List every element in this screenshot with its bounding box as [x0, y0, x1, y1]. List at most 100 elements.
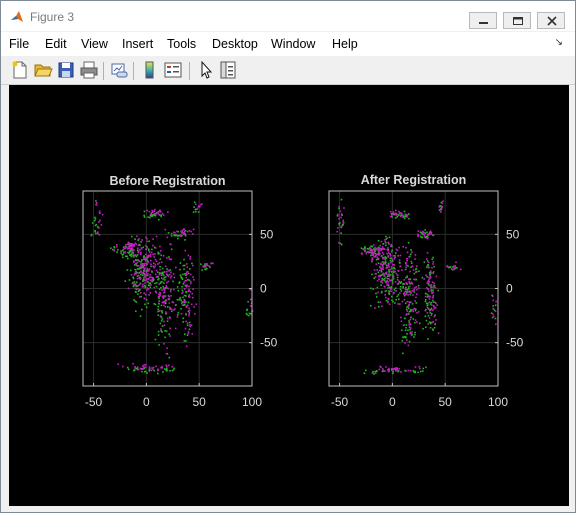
scatter-point [185, 271, 188, 273]
scatter-point [143, 257, 146, 259]
scatter-point [144, 244, 147, 247]
scatter-point [377, 247, 380, 250]
scatter-point [388, 290, 391, 293]
minimize-button[interactable] [469, 12, 497, 29]
scatter-point [430, 304, 433, 306]
edit-plot-icon[interactable] [196, 60, 216, 80]
menu-dock-arrow-icon[interactable]: ↘ [555, 37, 563, 48]
menu-tools[interactable]: Tools [167, 37, 196, 51]
maximize-button[interactable] [503, 12, 531, 29]
scatter-point [402, 246, 404, 248]
scatter-point [188, 328, 191, 331]
insert-colorbar-icon[interactable] [140, 60, 160, 80]
scatter-point [405, 370, 407, 372]
scatter-point [145, 306, 148, 309]
scatter-point [183, 288, 186, 290]
scatter-point [185, 305, 187, 308]
scatter-point [169, 369, 171, 372]
scatter-point [141, 272, 143, 274]
scatter-point [408, 285, 411, 288]
scatter-point [172, 280, 174, 283]
scatter-point [145, 274, 148, 277]
scatter-point [424, 232, 427, 234]
scatter-point [165, 299, 167, 302]
scatter-point [413, 278, 415, 281]
scatter-point [168, 333, 170, 335]
open-file-icon[interactable] [33, 60, 53, 80]
scatter-point [337, 213, 339, 216]
menu-view[interactable]: View [81, 37, 108, 51]
scatter-point [165, 285, 168, 287]
scatter-point [433, 326, 436, 329]
scatter-point [157, 305, 160, 308]
scatter-point [159, 245, 161, 248]
scatter-point [394, 302, 396, 304]
scatter-point [373, 269, 376, 271]
scatter-point [147, 273, 149, 275]
scatter-point [161, 318, 164, 320]
scatter-point [165, 352, 168, 355]
scatter-point [419, 231, 422, 233]
print-icon[interactable] [79, 60, 99, 80]
title-bar[interactable]: Figure 3 [1, 1, 575, 31]
property-inspector-icon[interactable] [218, 60, 238, 80]
scatter-point [370, 254, 372, 257]
link-plot-icon[interactable] [109, 60, 129, 80]
scatter-point [426, 260, 429, 262]
scatter-point [126, 243, 129, 246]
scatter-point [188, 314, 190, 317]
scatter-point [338, 207, 340, 210]
menu-desktop[interactable]: Desktop [212, 37, 258, 51]
scatter-point [397, 298, 400, 301]
scatter-point [395, 290, 397, 292]
scatter-point [400, 290, 403, 292]
menu-edit[interactable]: Edit [45, 37, 67, 51]
menu-file[interactable]: File [9, 37, 29, 51]
scatter-point [400, 329, 403, 332]
scatter-point [403, 279, 406, 281]
scatter-point [181, 300, 183, 303]
scatter-point [386, 284, 389, 286]
menu-help[interactable]: Help [332, 37, 358, 51]
scatter-point [95, 200, 97, 202]
scatter-point [416, 321, 418, 323]
scatter-point [382, 243, 385, 245]
scatter-point [427, 280, 429, 283]
scatter-point [383, 261, 385, 264]
scatter-point [406, 339, 408, 341]
menu-window[interactable]: Window [271, 37, 315, 51]
scatter-point [408, 310, 411, 313]
insert-legend-icon[interactable] [163, 60, 183, 80]
scatter-point [391, 283, 394, 285]
scatter-point [136, 254, 139, 256]
scatter-point [419, 367, 421, 370]
scatter-point [151, 276, 153, 279]
scatter-point [382, 257, 384, 260]
scatter-point [127, 257, 129, 260]
scatter-point [416, 312, 418, 314]
scatter-point [143, 210, 146, 213]
scatter-point [440, 211, 442, 213]
new-figure-icon[interactable] [10, 60, 30, 80]
scatter-point [404, 294, 407, 296]
scatter-point [435, 319, 437, 321]
save-icon[interactable] [56, 60, 76, 80]
menu-insert[interactable]: Insert [122, 37, 153, 51]
scatter-point [176, 286, 179, 288]
scatter-point [400, 320, 403, 323]
y-tick-label: 0 [506, 282, 513, 296]
scatter-point [161, 311, 164, 314]
scatter-point [122, 251, 125, 253]
scatter-point [388, 303, 391, 305]
scatter-point [113, 246, 115, 248]
scatter-point [385, 235, 387, 238]
scatter-point [394, 281, 397, 283]
scatter-point [406, 251, 409, 254]
close-button[interactable] [537, 12, 565, 29]
scatter-point [398, 259, 401, 261]
scatter-point [188, 294, 191, 296]
scatter-point [336, 230, 339, 233]
scatter-point [185, 345, 188, 348]
scatter-point [338, 217, 340, 220]
scatter-point [387, 297, 390, 300]
